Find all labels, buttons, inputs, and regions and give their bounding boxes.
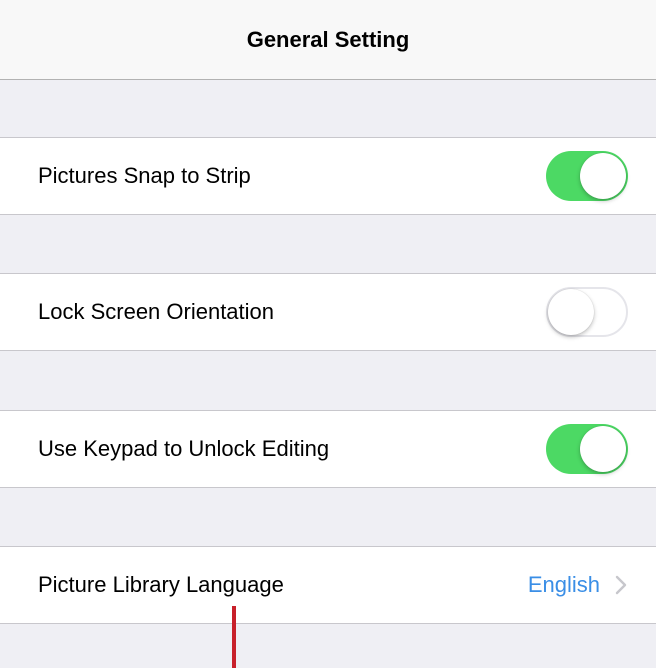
setting-row-use-keypad-to-unlock-editing: Use Keypad to Unlock Editing xyxy=(0,410,656,488)
red-cursor-marker xyxy=(232,606,236,668)
toggle-knob xyxy=(580,426,626,472)
setting-row-lock-screen-orientation: Lock Screen Orientation xyxy=(0,273,656,351)
setting-label: Use Keypad to Unlock Editing xyxy=(38,436,330,461)
navigation-bar: General Setting xyxy=(0,0,656,80)
language-value[interactable]: English xyxy=(528,572,600,598)
setting-label: Lock Screen Orientation xyxy=(38,299,275,324)
pictures-snap-to-strip-toggle[interactable] xyxy=(546,151,628,201)
setting-label: Pictures Snap to Strip xyxy=(38,163,251,188)
chevron-right-icon xyxy=(615,575,627,595)
lock-screen-orientation-toggle[interactable] xyxy=(546,287,628,337)
setting-label: Picture Library Language xyxy=(38,572,284,597)
toggle-knob xyxy=(580,153,626,199)
settings-screen: General Setting Pictures Snap to Strip L… xyxy=(0,0,656,668)
setting-row-pictures-snap-to-strip: Pictures Snap to Strip xyxy=(0,137,656,215)
language-selector[interactable]: English xyxy=(528,572,628,598)
page-title: General Setting xyxy=(246,26,410,52)
toggle-knob xyxy=(548,289,594,335)
use-keypad-to-unlock-editing-toggle[interactable] xyxy=(546,424,628,474)
setting-row-picture-library-language[interactable]: Picture Library Language English xyxy=(0,546,656,624)
